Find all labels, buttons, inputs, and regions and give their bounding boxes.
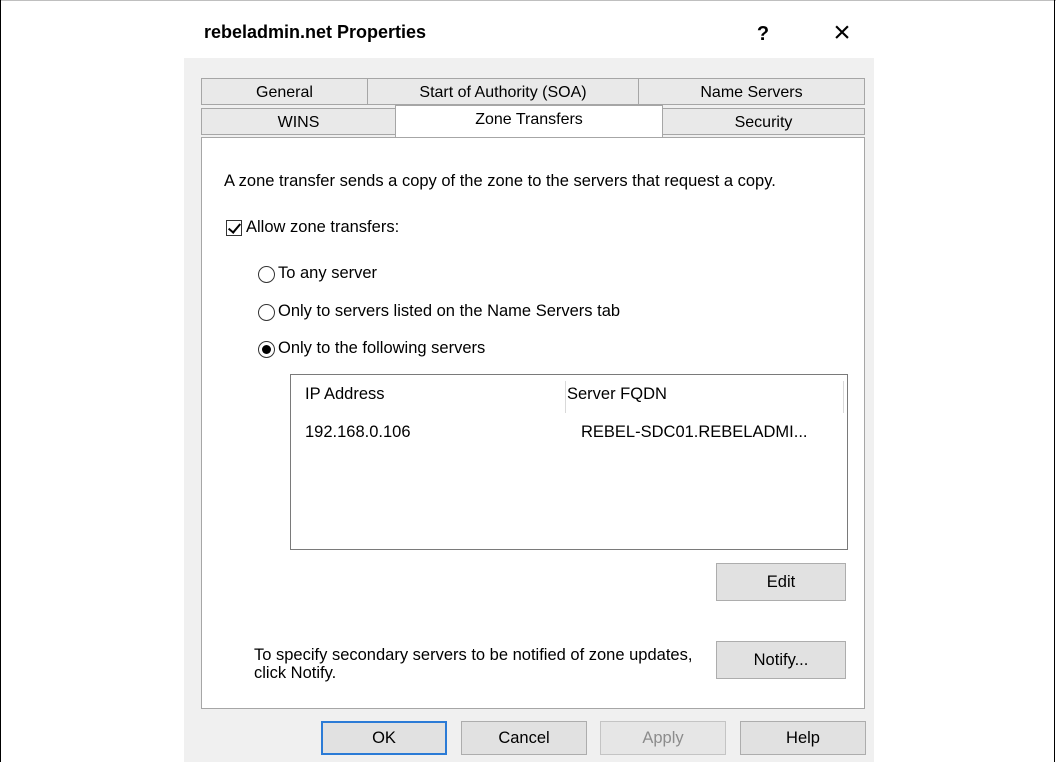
allow-zone-transfers-checkbox[interactable] [226,220,242,236]
tab-start-of-authority[interactable]: Start of Authority (SOA) [367,78,639,105]
column-separator-end [843,381,844,413]
radio-following-servers[interactable] [258,341,275,358]
row-server-fqdn[interactable]: REBEL-SDC01.REBELADMI... [581,423,808,442]
column-header-ip-address[interactable]: IP Address [305,385,385,404]
notify-button[interactable]: Notify... [716,641,846,679]
screenshot-right-border [1054,0,1055,762]
screenshot-left-border [0,0,1,762]
server-list[interactable]: IP Address Server FQDN 192.168.0.106 REB… [290,374,848,550]
radio-selected-dot [262,345,271,354]
row-ip-address[interactable]: 192.168.0.106 [305,423,411,442]
radio-any-server-label[interactable]: To any server [278,264,377,283]
tab-general[interactable]: General [201,78,368,105]
tab-security[interactable]: Security [662,108,865,135]
zone-transfers-panel: A zone transfer sends a copy of the zone… [201,137,865,709]
radio-following-servers-label[interactable]: Only to the following servers [278,339,485,358]
column-header-server-fqdn[interactable]: Server FQDN [567,385,667,404]
column-separator[interactable] [565,381,566,413]
help-button[interactable]: Help [740,721,866,755]
cancel-button[interactable]: Cancel [461,721,587,755]
help-icon[interactable]: ? [748,18,778,50]
title-bar: rebeladmin.net Properties ? × [184,10,874,58]
dialog-title: rebeladmin.net Properties [204,22,427,42]
screenshot-top-border [0,0,1056,1]
close-icon[interactable]: × [824,16,860,50]
properties-dialog: rebeladmin.net Properties ? × General St… [184,10,874,762]
tab-zone-transfers[interactable]: Zone Transfers [395,105,663,138]
tab-wins[interactable]: WINS [201,108,396,135]
edit-button[interactable]: Edit [716,563,846,601]
radio-any-server[interactable] [258,266,275,283]
radio-name-servers-tab[interactable] [258,304,275,321]
radio-name-servers-tab-label[interactable]: Only to servers listed on the Name Serve… [278,302,620,321]
notify-instructions: To specify secondary servers to be notif… [254,646,693,682]
allow-zone-transfers-label[interactable]: Allow zone transfers: [246,218,399,237]
checkmark-icon [227,220,242,234]
zone-transfer-description: A zone transfer sends a copy of the zone… [224,172,776,190]
ok-button[interactable]: OK [321,721,447,755]
tab-name-servers[interactable]: Name Servers [638,78,865,105]
apply-button: Apply [600,721,726,755]
